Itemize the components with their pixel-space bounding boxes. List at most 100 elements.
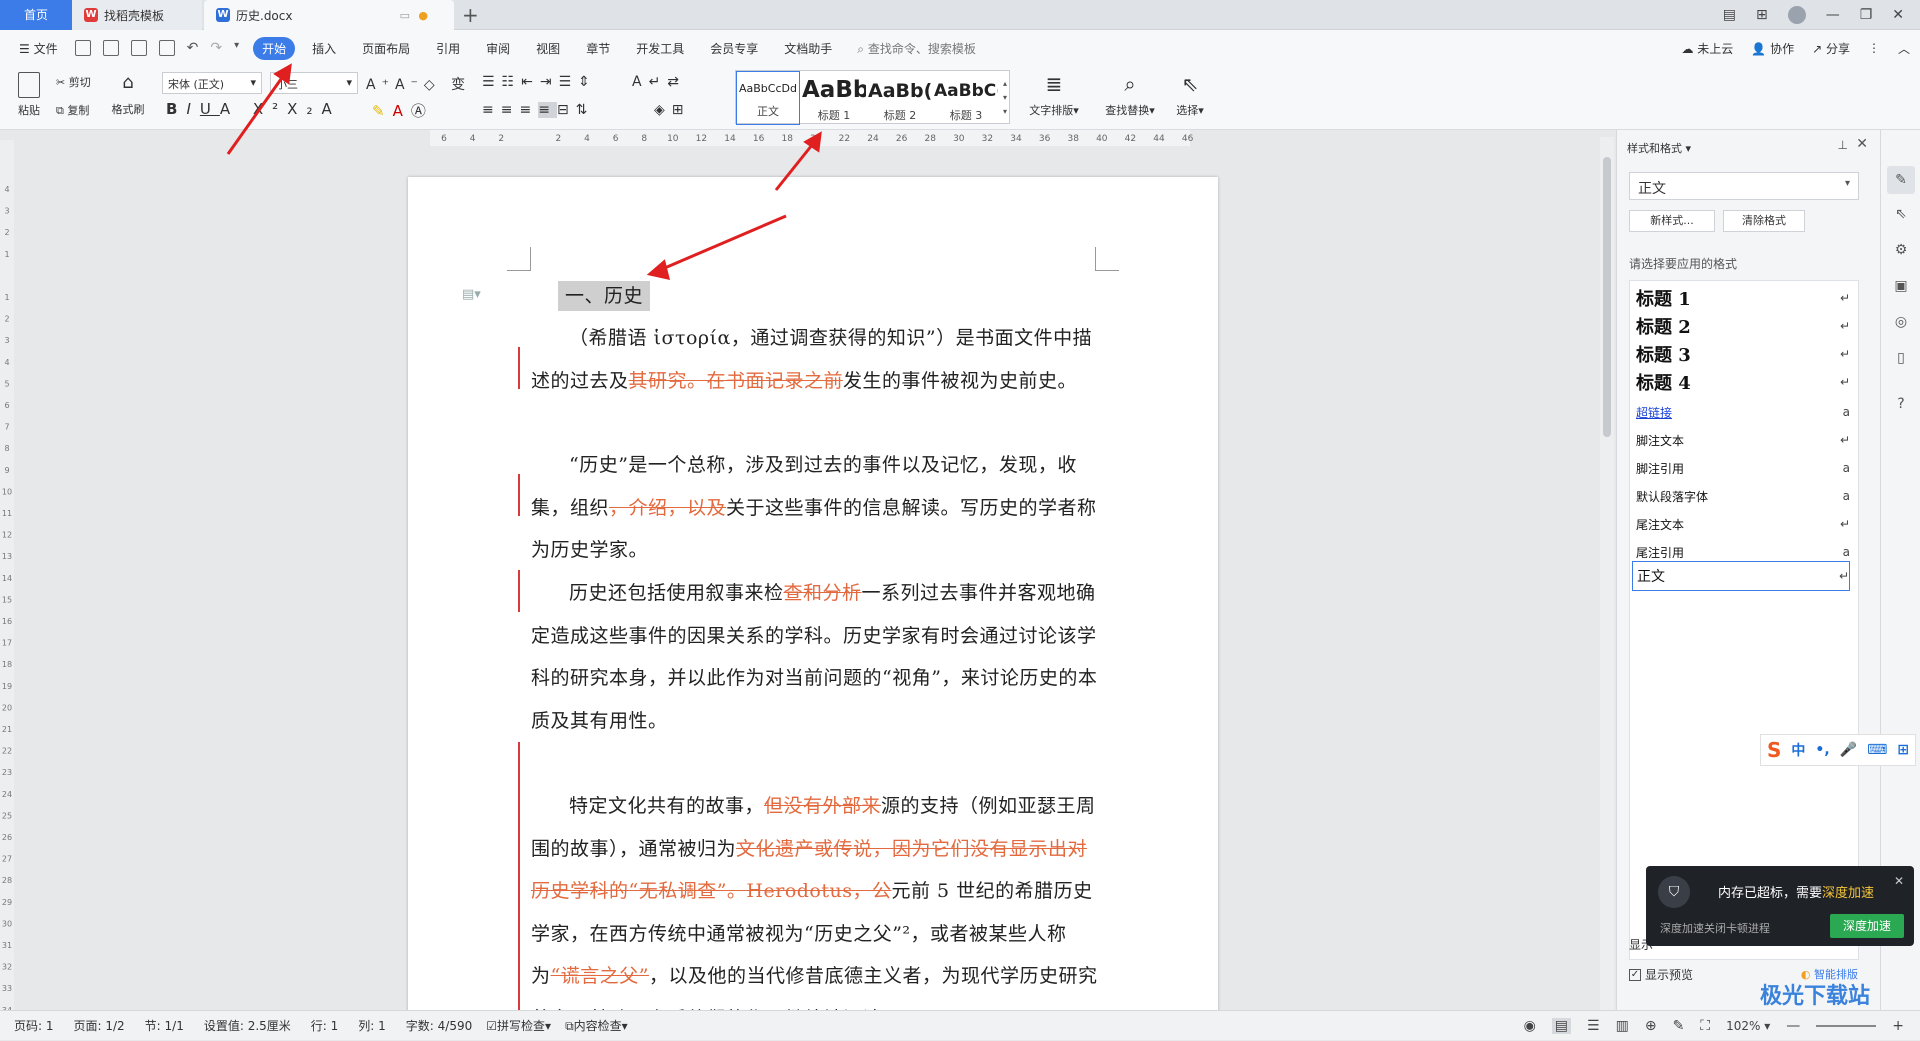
arrow-to-heading-style [774, 139, 818, 191]
image-icon[interactable]: ▣ [1893, 278, 1909, 294]
arrow-head [273, 63, 292, 85]
style-item[interactable]: 标题 4 ↵ [1636, 369, 1850, 395]
zoom-in-icon[interactable]: + [1892, 1018, 1904, 1034]
pen-icon[interactable]: ✎ [1673, 1018, 1685, 1034]
status-bar: 页码: 1 页面: 1/2 节: 1/1 设置值: 2.5厘米 行: 1 列: … [0, 1010, 1920, 1040]
chevron-down-icon: ▾ [1844, 178, 1850, 189]
arrow-to-home-tab [226, 71, 288, 155]
style-item[interactable]: 脚注引用 a [1636, 455, 1850, 481]
popup-highlight: 深度加速 [1822, 886, 1875, 901]
show-preview-checkbox[interactable]: ✓ 显示预览 [1629, 966, 1693, 983]
scrollbar-thumb[interactable] [1603, 157, 1611, 437]
style-type-icon: ↵ [1839, 319, 1850, 333]
style-type-icon: ↵ [1838, 569, 1849, 583]
style-item-name: 脚注引用 [1636, 461, 1685, 476]
style-item-name: 默认段落字体 [1636, 489, 1709, 504]
style-item-name: 超链接 [1636, 405, 1673, 420]
content-check-label: 内容检查 [573, 1019, 622, 1033]
status-row[interactable]: 行: 1 [311, 1017, 339, 1034]
style-item-name: 脚注文本 [1636, 433, 1685, 448]
panel-title-text: 样式和格式 [1627, 142, 1682, 155]
watermark-logo: 极光下载站 [1760, 984, 1871, 1009]
choose-format-label: 请选择要应用的格式 [1629, 257, 1738, 271]
style-item[interactable]: 尾注文本 ↵ [1636, 511, 1850, 537]
style-type-icon: ↵ [1839, 517, 1850, 531]
shield-icon: ⛉ [1658, 876, 1690, 908]
checkbox-checked-icon: ✓ [1629, 968, 1641, 981]
status-page[interactable]: 页面: 1/2 [74, 1017, 125, 1034]
outline-view-icon[interactable]: ☰ [1587, 1018, 1600, 1034]
style-item-name: 尾注文本 [1636, 517, 1685, 532]
style-type-icon: a [1842, 489, 1850, 503]
status-page-code[interactable]: 页码: 1 [14, 1017, 54, 1034]
help-icon[interactable]: ? [1893, 396, 1909, 412]
panel-title[interactable]: 样式和格式 ▾ [1627, 140, 1691, 156]
style-item-name: 尾注引用 [1636, 545, 1685, 560]
zoom-value: 102% [1726, 1019, 1761, 1033]
settings-sliders-icon[interactable]: ⚙ [1893, 242, 1909, 258]
style-item-name: 标题 1 [1636, 289, 1691, 310]
popup-text: 内存已超标，需要 [1718, 886, 1823, 901]
content-check-button[interactable]: ⧉内容检查▾ [565, 1017, 628, 1034]
ime-toolbar[interactable]: S 中 •, 🎤 ⌨ ⊞ [1760, 734, 1916, 766]
style-type-icon: ↵ [1839, 375, 1850, 389]
clear-format-button[interactable]: 清除格式 [1723, 210, 1805, 232]
style-item[interactable]: 标题 2 ↵ [1636, 313, 1850, 339]
style-list: 标题 1 ↵ 标题 2 ↵ 标题 3 ↵ 标题 4 ↵ 超链接 a 脚注文本 ↵ 脚注引用 a 默认段落字体… [1629, 280, 1859, 960]
style-item[interactable]: 默认段落字体 a [1636, 483, 1850, 509]
style-item[interactable]: 脚注文本 ↵ [1636, 427, 1850, 453]
deep-accelerate-button[interactable]: 深度加速 [1830, 914, 1904, 938]
punctuation-icon[interactable]: •, [1815, 742, 1829, 758]
style-type-icon: a [1842, 405, 1850, 419]
document-scrollbar[interactable] [1600, 137, 1614, 1010]
style-item-name: 标题 2 [1636, 317, 1691, 338]
grid-icon[interactable]: ⊞ [1897, 742, 1909, 758]
style-item[interactable]: 标题 3 ↵ [1636, 341, 1850, 367]
status-word-count[interactable]: 字数: 4/590 [406, 1017, 472, 1034]
style-item[interactable]: 超链接 a [1636, 399, 1850, 425]
eye-protection-icon[interactable]: ◉ [1524, 1018, 1536, 1034]
show-preview-label: 显示预览 [1645, 968, 1694, 982]
close-icon[interactable]: ✕ [1856, 136, 1868, 152]
book-icon[interactable]: ▯ [1893, 350, 1909, 366]
popup-subtext: 深度加速关闭卡顿进程 [1660, 922, 1770, 935]
microphone-icon[interactable]: 🎤 [1840, 742, 1857, 758]
page-view-icon[interactable]: ▤ [1551, 1018, 1572, 1034]
spell-check-button[interactable]: ☑拼写检查▾ [486, 1017, 551, 1034]
style-item-name: 标题 4 [1636, 373, 1691, 394]
arrow-to-heading-text [659, 214, 787, 272]
zoom-level[interactable]: 102% ▾ [1726, 1019, 1770, 1033]
zoom-slider[interactable] [1816, 1025, 1877, 1027]
keyboard-icon[interactable]: ⌨ [1867, 742, 1887, 758]
memory-popup: ⛉ 内存已超标，需要深度加速 ✕ 深度加速关闭卡顿进程 深度加速 [1646, 866, 1914, 946]
location-icon[interactable]: ◎ [1893, 314, 1909, 330]
style-item[interactable]: 正文 ↵ [1632, 561, 1850, 591]
close-icon[interactable]: ✕ [1894, 874, 1904, 888]
arrow-head [646, 259, 671, 280]
spell-check-label: 拼写检查 [497, 1019, 546, 1033]
style-type-icon: a [1842, 461, 1850, 475]
current-style-value: 正文 [1638, 181, 1666, 197]
status-col[interactable]: 列: 1 [358, 1017, 386, 1034]
style-item[interactable]: 标题 1 ↵ [1636, 285, 1850, 311]
pin-icon[interactable]: ⊥ [1838, 138, 1848, 152]
popup-message: 内存已超标，需要深度加速 [1718, 882, 1874, 901]
style-type-icon: ↵ [1839, 291, 1850, 305]
style-edit-icon[interactable]: ✎ [1887, 166, 1915, 194]
fit-page-icon[interactable]: ⛶ [1700, 1018, 1710, 1034]
current-style-select[interactable]: 正文 ▾ [1629, 172, 1859, 200]
status-setting[interactable]: 设置值: 2.5厘米 [204, 1017, 291, 1034]
style-type-icon: ↵ [1839, 347, 1850, 361]
web-view-icon[interactable]: ⊕ [1645, 1018, 1657, 1034]
sogou-icon: S [1767, 738, 1782, 762]
new-style-button[interactable]: 新样式... [1629, 210, 1715, 232]
select-cursor-icon[interactable]: ⇖ [1893, 206, 1909, 222]
style-item-name: 正文 [1637, 569, 1665, 585]
style-type-icon: ↵ [1839, 433, 1850, 447]
style-item-name: 标题 3 [1636, 345, 1691, 366]
reading-view-icon[interactable]: ▥ [1616, 1018, 1629, 1034]
zoom-out-icon[interactable]: — [1786, 1018, 1800, 1034]
status-section[interactable]: 节: 1/1 [145, 1017, 184, 1034]
status-right: ◉ ▤ ☰ ▥ ⊕ ✎ ⛶ 102% ▾ — + [1524, 1011, 1904, 1041]
ime-language[interactable]: 中 [1791, 740, 1805, 760]
